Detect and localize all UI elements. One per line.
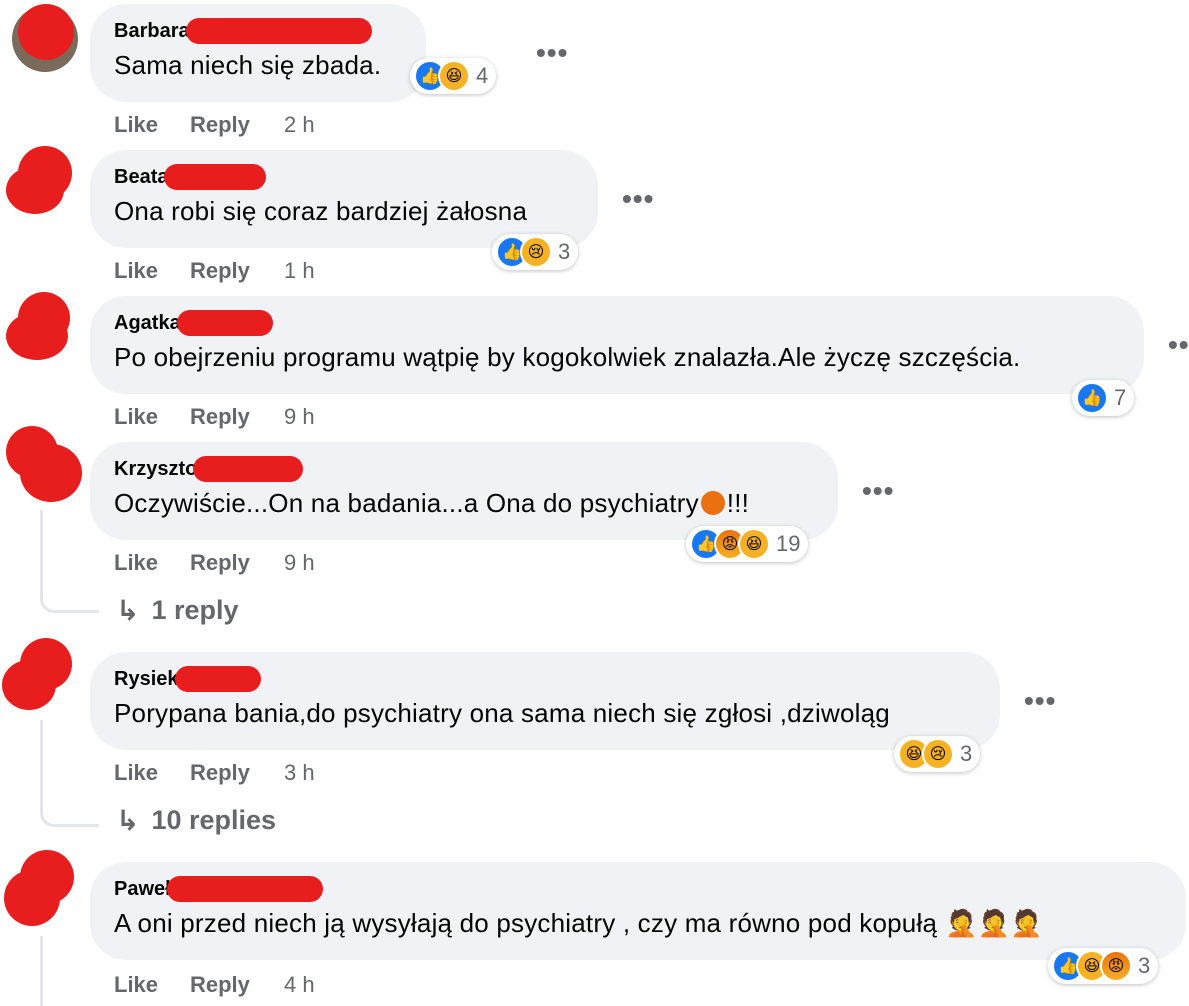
comment-timestamp[interactable]: 9 h [284, 404, 315, 430]
comment-text: Oczywiście...On na badania...a Ona do ps… [114, 488, 814, 519]
more-horizontal-icon[interactable]: ••• [1168, 331, 1189, 359]
avatar[interactable] [6, 426, 82, 502]
reply-button[interactable]: Reply [190, 404, 284, 430]
reaction-summary[interactable]: 👍 😆 😡 3 [1048, 948, 1159, 984]
avatar[interactable] [10, 4, 80, 74]
replies-count-label: 10 replies [151, 805, 277, 835]
redaction [174, 666, 261, 692]
like-button[interactable]: Like [114, 760, 190, 786]
facepalm-emoji-icon: 🤦🤦🤦 [945, 908, 1043, 938]
sad-reaction-icon: 😢 [922, 738, 954, 770]
avatar[interactable] [2, 638, 72, 710]
like-button[interactable]: Like [114, 258, 190, 284]
comment-author[interactable]: Paweł [114, 878, 171, 901]
reply-button[interactable]: Reply [190, 258, 284, 284]
comment-text: A oni przed niech ją wysyłają do psychia… [114, 908, 1162, 939]
comment-author[interactable]: Agatka [114, 312, 181, 335]
redaction [193, 456, 304, 482]
reply-button[interactable]: Reply [190, 550, 284, 576]
comment-timestamp[interactable]: 3 h [284, 760, 315, 786]
comment-text: Porypana bania,do psychiatry ona sama ni… [114, 698, 890, 728]
comment-timestamp[interactable]: 1 h [284, 258, 315, 284]
reaction-count: 19 [776, 531, 801, 556]
redaction [164, 164, 267, 190]
comment-text: Po obejrzeniu programu wątpię by kogokol… [114, 342, 1021, 372]
haha-reaction-icon: 😆 [438, 60, 470, 92]
like-button[interactable]: Like [114, 550, 190, 576]
thread-connector [40, 720, 99, 827]
comment-author[interactable]: Beata [114, 166, 168, 189]
redaction [176, 310, 273, 336]
reply-arrow-icon: ↳ [116, 805, 140, 836]
thread-connector [40, 510, 99, 613]
like-button[interactable]: Like [114, 112, 190, 138]
avatar[interactable] [4, 850, 74, 926]
comment-timestamp[interactable]: 2 h [284, 112, 315, 138]
comment-timestamp[interactable]: 4 h [284, 972, 315, 998]
reaction-count: 3 [960, 741, 973, 766]
like-button[interactable]: Like [114, 404, 190, 430]
comment-bubble: Barbara Sama niech się zbada. [90, 4, 426, 102]
replies-count-label: 1 reply [151, 595, 239, 625]
avatar[interactable] [6, 146, 76, 216]
redaction [185, 18, 372, 44]
comment-bubble: Paweł A oni przed niech ją wysyłają do p… [90, 862, 1186, 960]
avatar[interactable] [6, 292, 76, 362]
reaction-count: 3 [558, 239, 571, 264]
comment-timestamp[interactable]: 9 h [284, 550, 315, 576]
haha-reaction-icon: 😆 [738, 528, 770, 560]
more-horizontal-icon[interactable]: ••• [1024, 687, 1056, 715]
comment-bubble: Agatka Po obejrzeniu programu wątpię by … [90, 296, 1144, 394]
reaction-summary[interactable]: 👍 7 [1072, 380, 1135, 416]
comment-bubble: Rysiek Porypana bania,do psychiatry ona … [90, 652, 1000, 750]
reaction-count: 3 [1138, 953, 1151, 978]
comment-text-suffix: !!! [726, 488, 750, 518]
comment-author[interactable]: Rysiek [114, 668, 179, 691]
thread-connector [40, 936, 43, 1006]
reaction-summary[interactable]: 😆 😢 3 [894, 736, 981, 772]
reply-arrow-icon: ↳ [116, 595, 140, 626]
angry-emoji-icon [700, 491, 725, 515]
reply-button[interactable]: Reply [190, 972, 284, 998]
sad-reaction-icon: 😢 [520, 236, 552, 268]
comment-author[interactable]: Barbara [114, 20, 190, 43]
reply-button[interactable]: Reply [190, 112, 284, 138]
reaction-count: 7 [1114, 385, 1127, 410]
reaction-summary[interactable]: 👍 😡 😆 19 [686, 526, 809, 562]
angry-reaction-icon: 😡 [1100, 950, 1132, 982]
view-replies-link[interactable]: ↳ 10 replies [116, 804, 276, 837]
reaction-summary[interactable]: 👍 😢 3 [492, 234, 579, 270]
comment-author[interactable]: Krzyszto [114, 458, 197, 481]
comment-text-main: A oni przed niech ją wysyłają do psychia… [114, 908, 938, 938]
comment-text: Sama niech się zbada. [114, 50, 382, 80]
redaction [166, 876, 323, 902]
more-horizontal-icon[interactable]: ••• [622, 185, 654, 213]
more-horizontal-icon[interactable]: ••• [862, 477, 894, 505]
reaction-count: 4 [476, 63, 489, 88]
like-button[interactable]: Like [114, 972, 190, 998]
reply-button[interactable]: Reply [190, 760, 284, 786]
view-replies-link[interactable]: ↳ 1 reply [116, 594, 239, 627]
like-reaction-icon: 👍 [1076, 382, 1108, 414]
more-horizontal-icon[interactable]: ••• [536, 39, 568, 67]
comment-text-main: Oczywiście...On na badania...a Ona do ps… [114, 488, 699, 518]
comment-text: Ona robi się coraz bardziej żałosna [114, 196, 528, 226]
reaction-summary[interactable]: 👍 😆 4 [410, 58, 497, 94]
